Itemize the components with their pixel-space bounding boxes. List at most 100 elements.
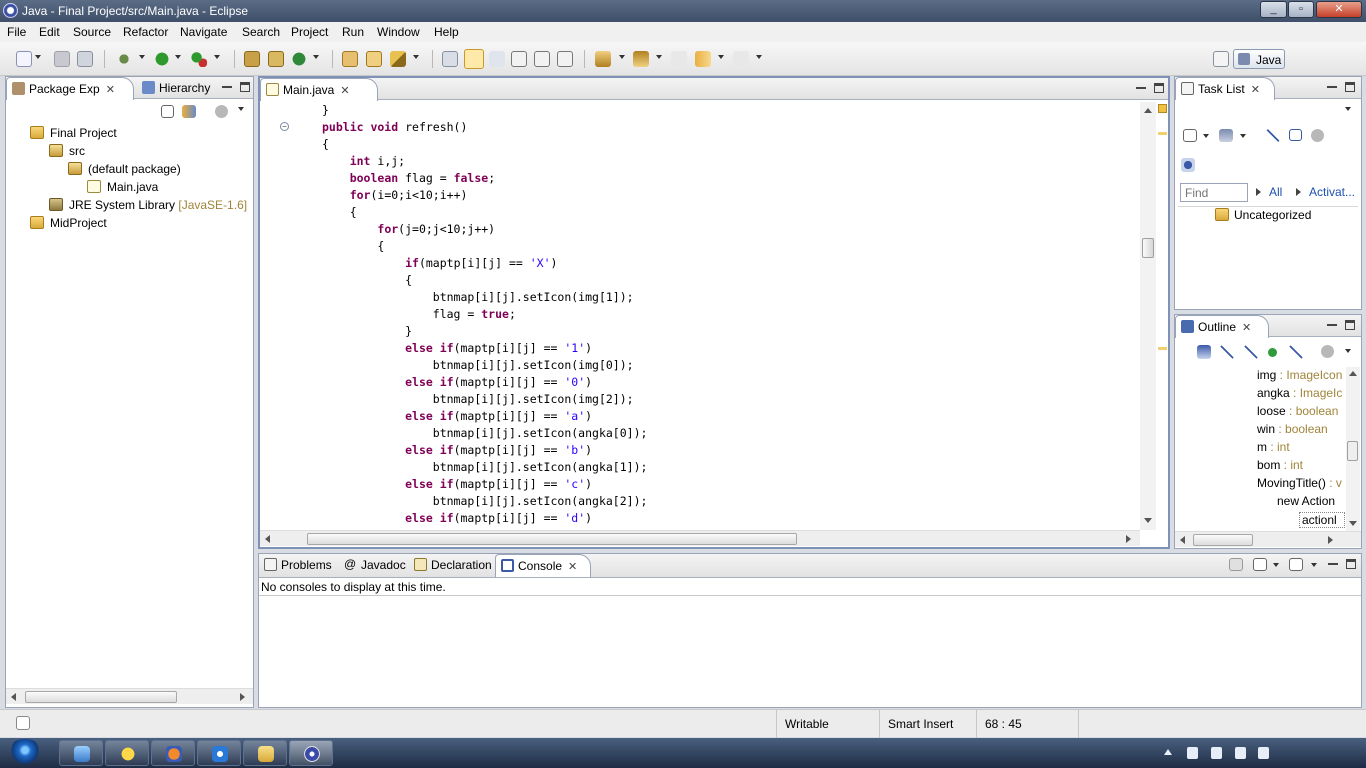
code-line[interactable]: else if(maptp[i][j] == 'd') — [322, 510, 592, 527]
scroll-down-icon[interactable] — [1349, 521, 1357, 526]
categorize-icon[interactable] — [1219, 129, 1233, 142]
close-icon[interactable]: ✕ — [106, 84, 115, 96]
minimize-icon[interactable] — [1328, 559, 1338, 565]
open-perspective-icon[interactable] — [1213, 51, 1229, 67]
taskbar-app-4[interactable] — [197, 740, 241, 766]
back-dropdown-icon[interactable] — [718, 55, 724, 59]
maximize-button[interactable]: ▫ — [1288, 1, 1314, 18]
annotation-marker[interactable] — [1158, 132, 1167, 135]
maximize-icon[interactable] — [240, 82, 250, 92]
forward-icon[interactable] — [733, 51, 749, 67]
tab-package-explorer[interactable]: Package Exp ✕ — [6, 77, 134, 100]
editor-vscrollbar[interactable] — [1140, 102, 1156, 530]
external-tools-dropdown-icon[interactable] — [214, 55, 220, 59]
code-line[interactable]: else if(maptp[i][j] == 'a') — [322, 408, 592, 425]
previous-annotation-dropdown-icon[interactable] — [656, 55, 662, 59]
start-button[interactable] — [6, 739, 44, 767]
new-dropdown-icon[interactable] — [35, 55, 41, 59]
scroll-left-icon[interactable] — [11, 693, 16, 701]
menu-navigate[interactable]: Navigate — [180, 25, 227, 39]
scrollbar-thumb[interactable] — [1193, 534, 1253, 546]
java-perspective-button[interactable]: Java — [1233, 49, 1285, 69]
outline-item[interactable]: ▵angka : ImageIc — [1257, 386, 1345, 402]
code-line[interactable]: btnmap[i][j].setIcon(img[1]); — [322, 289, 634, 306]
view-menu-icon[interactable] — [1321, 345, 1334, 358]
show-whitespace-icon[interactable] — [534, 51, 550, 67]
next-annotation-dropdown-icon[interactable] — [619, 55, 625, 59]
code-line[interactable]: else if(maptp[i][j] == '0') — [322, 374, 592, 391]
code-line[interactable]: for(i=0;i<10;i++) — [322, 187, 468, 204]
scrollbar-thumb[interactable] — [1142, 238, 1154, 258]
new-class-icon[interactable] — [291, 51, 307, 67]
warning-summary-icon[interactable] — [1158, 104, 1167, 113]
tree-item-jre-library[interactable]: JRE System Library [JavaSE-1.6] — [49, 198, 247, 212]
tab-outline[interactable]: Outline ✕ — [1175, 315, 1269, 338]
battery-icon[interactable] — [1187, 747, 1198, 759]
outline-vscrollbar[interactable] — [1346, 367, 1360, 533]
code-line[interactable]: public void refresh() — [322, 119, 467, 136]
code-line[interactable]: { — [322, 238, 384, 255]
tree-item-final-project[interactable]: Final Project — [30, 126, 117, 140]
menu-window[interactable]: Window — [377, 25, 420, 39]
maximize-icon[interactable] — [1345, 82, 1355, 92]
collapse-all-icon[interactable] — [161, 105, 174, 118]
save-icon[interactable] — [54, 51, 70, 67]
debug-icon[interactable] — [116, 51, 132, 67]
editor-hscrollbar[interactable] — [260, 530, 1140, 546]
menu-refactor[interactable]: Refactor — [123, 25, 168, 39]
external-tools-icon[interactable] — [191, 51, 207, 67]
last-edit-location-icon[interactable] — [671, 51, 687, 67]
taskbar-app-1[interactable] — [59, 740, 103, 766]
code-line[interactable]: { — [322, 272, 412, 289]
code-line[interactable]: else if(maptp[i][j] == 'b') — [322, 442, 592, 459]
menu-help[interactable]: Help — [434, 25, 459, 39]
package-explorer-hscrollbar[interactable] — [6, 688, 253, 704]
run-icon[interactable] — [154, 51, 170, 67]
new-java-project-icon[interactable] — [244, 51, 260, 67]
taskbar-app-eclipse[interactable] — [289, 740, 333, 766]
fast-view-icon[interactable] — [16, 716, 30, 730]
overview-ruler[interactable] — [1156, 102, 1168, 530]
open-type-icon[interactable] — [342, 51, 358, 67]
tab-javadoc[interactable]: @ Javadoc — [339, 554, 407, 576]
scroll-down-icon[interactable] — [1144, 518, 1152, 523]
tree-item-default-package[interactable]: (default package) — [68, 162, 181, 176]
tab-declaration[interactable]: Declaration — [409, 554, 493, 576]
toggle-annotation-icon[interactable] — [442, 51, 458, 67]
scroll-left-icon[interactable] — [265, 535, 270, 543]
scroll-right-icon[interactable] — [240, 693, 245, 701]
sort-icon[interactable] — [1197, 345, 1211, 359]
categorize-dropdown-icon[interactable] — [1240, 134, 1246, 138]
outline-item[interactable]: actionl — [1299, 512, 1345, 528]
maximize-icon[interactable] — [1154, 83, 1164, 93]
taskbar-app-3[interactable] — [151, 740, 195, 766]
hide-fields-icon[interactable] — [1220, 345, 1234, 359]
activate-task-link[interactable]: Activat... — [1309, 185, 1355, 199]
code-editor[interactable]: − } public void refresh(){ int i,j; boole… — [260, 102, 1140, 530]
minimize-icon[interactable] — [1136, 83, 1146, 89]
new-task-icon[interactable] — [1183, 129, 1197, 142]
maximize-icon[interactable] — [1345, 320, 1355, 330]
scroll-up-icon[interactable] — [1144, 108, 1152, 113]
code-line[interactable]: btnmap[i][j].setIcon(img[0]); — [322, 357, 634, 374]
scroll-right-icon[interactable] — [1328, 536, 1333, 544]
show-source-icon[interactable] — [511, 51, 527, 67]
task-find-input[interactable] — [1180, 183, 1248, 202]
menu-edit[interactable]: Edit — [39, 25, 60, 39]
tab-main-java[interactable]: Main.java ✕ — [260, 78, 378, 101]
maximize-icon[interactable] — [1346, 559, 1356, 569]
outline-item[interactable]: ▵img : ImageIcon — [1257, 368, 1345, 384]
view-menu-dropdown-icon[interactable] — [1345, 107, 1351, 111]
network-icon[interactable] — [1235, 747, 1246, 759]
back-icon[interactable] — [695, 51, 711, 67]
menu-run[interactable]: Run — [342, 25, 364, 39]
outline-item[interactable]: ▵loose : boolean — [1257, 404, 1345, 420]
all-tasks-link[interactable]: All — [1269, 185, 1282, 199]
code-line[interactable]: flag = true; — [322, 306, 516, 323]
code-line[interactable]: int i,j; — [322, 153, 405, 170]
scroll-up-icon[interactable] — [1349, 371, 1357, 376]
outline-item[interactable]: ▵m : int — [1257, 440, 1345, 456]
tab-console[interactable]: Console ✕ — [495, 554, 591, 577]
code-line[interactable]: btnmap[i][j].setIcon(angka[2]); — [322, 493, 648, 510]
forward-dropdown-icon[interactable] — [756, 55, 762, 59]
